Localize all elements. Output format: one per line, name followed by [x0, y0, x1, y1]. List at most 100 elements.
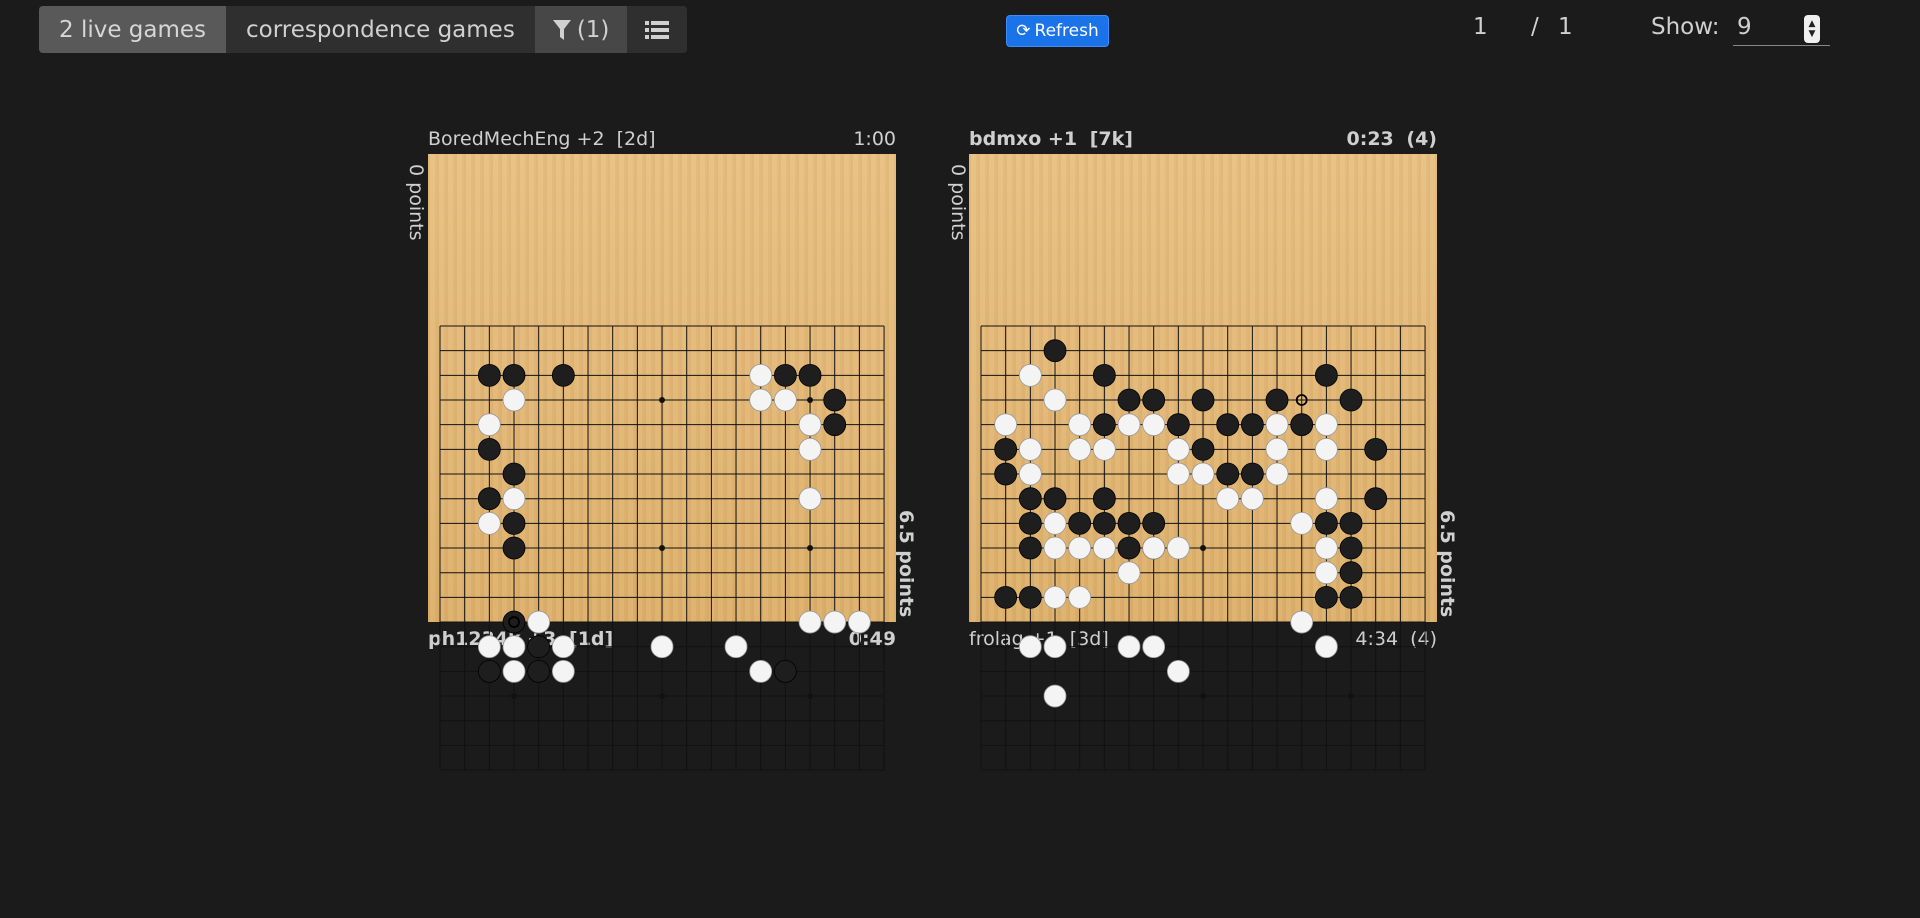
refresh-label: Refresh: [1034, 21, 1099, 41]
white-stone: [477, 511, 501, 535]
white-stone: [1265, 413, 1289, 437]
white-stone: [1290, 610, 1314, 634]
black-stone: [477, 659, 501, 683]
white-stone: [1166, 437, 1190, 461]
white-stone: [1043, 536, 1067, 560]
black-stone: [502, 511, 526, 535]
black-stone: [502, 363, 526, 387]
white-stone: [1142, 635, 1166, 659]
filter-button[interactable]: (1): [534, 6, 628, 53]
black-stone: [1240, 413, 1264, 437]
white-stone: [1018, 363, 1042, 387]
white-stone: [1142, 536, 1166, 560]
white-stone: [798, 413, 822, 437]
black-stone: [1364, 437, 1388, 461]
star-point: [807, 693, 814, 700]
black-stone: [823, 388, 847, 412]
bottom-player-points: 6.5 points: [1436, 510, 1458, 618]
tab-live-games[interactable]: 2 live games: [39, 6, 227, 53]
white-stone: [798, 487, 822, 511]
black-stone: [1339, 388, 1363, 412]
black-stone: [1240, 462, 1264, 486]
white-stone: [1314, 635, 1338, 659]
black-stone: [1364, 487, 1388, 511]
white-stone: [1068, 536, 1092, 560]
white-stone: [1314, 413, 1338, 437]
star-point: [659, 397, 666, 404]
white-stone: [527, 610, 551, 634]
show-label: Show:: [1651, 14, 1720, 40]
white-stone: [1043, 635, 1067, 659]
white-stone: [1216, 487, 1240, 511]
white-stone: [773, 388, 797, 412]
white-stone: [502, 635, 526, 659]
white-stone: [1314, 536, 1338, 560]
white-stone: [1068, 585, 1092, 609]
top-player-periods: (4): [1406, 128, 1437, 150]
black-stone: [1265, 388, 1289, 412]
white-stone: [1117, 413, 1141, 437]
game-card[interactable]: bdmxo +1 [7k] 0:23 (4) frolag +1 [3d] 4:…: [969, 128, 1437, 778]
white-stone: [994, 413, 1018, 437]
white-stone: [502, 659, 526, 683]
black-stone: [1117, 536, 1141, 560]
black-stone: [1092, 511, 1116, 535]
white-stone: [1314, 437, 1338, 461]
black-stone: [823, 413, 847, 437]
top-player-header: BoredMechEng +2 [2d] 1:00: [428, 128, 896, 150]
white-stone: [502, 388, 526, 412]
white-stone: [477, 413, 501, 437]
white-stone: [1191, 462, 1215, 486]
star-point: [1200, 545, 1207, 552]
list-view-button[interactable]: [627, 6, 688, 53]
refresh-icon: ⟳: [1016, 21, 1031, 41]
filter-count: (1): [576, 16, 610, 43]
black-stone: [1216, 462, 1240, 486]
black-stone: [994, 585, 1018, 609]
black-stone: [477, 437, 501, 461]
black-stone: [477, 487, 501, 511]
black-stone: [1216, 413, 1240, 437]
black-stone: [1092, 487, 1116, 511]
star-point: [1200, 693, 1207, 700]
game-card[interactable]: BoredMechEng +2 [2d] 1:00 ph1234k +3 [1d…: [428, 128, 896, 778]
refresh-button[interactable]: ⟳ Refresh: [1006, 15, 1109, 47]
white-stone: [1142, 413, 1166, 437]
top-player-name: bdmxo +1: [969, 128, 1078, 150]
black-stone: [773, 363, 797, 387]
top-player-name: BoredMechEng +2: [428, 128, 605, 150]
white-stone: [1265, 462, 1289, 486]
white-stone: [1068, 413, 1092, 437]
white-stone: [650, 635, 674, 659]
white-stone: [1018, 437, 1042, 461]
black-stone: [1092, 413, 1116, 437]
black-stone: [1018, 585, 1042, 609]
black-stone: [1191, 437, 1215, 461]
black-stone: [1043, 487, 1067, 511]
page-separator: /: [1531, 14, 1539, 40]
white-stone: [1265, 437, 1289, 461]
black-stone: [1339, 585, 1363, 609]
black-stone: [1018, 536, 1042, 560]
top-player-rank: [7k]: [1089, 128, 1133, 150]
white-stone: [1314, 487, 1338, 511]
star-point: [511, 693, 518, 700]
star-point: [807, 397, 814, 404]
black-stone: [1117, 388, 1141, 412]
top-player-clock: 0:23 (4): [1347, 128, 1437, 150]
board-grid: [439, 325, 885, 771]
black-stone: [1166, 413, 1190, 437]
black-stone: [1068, 511, 1092, 535]
page-current: 1: [1473, 14, 1488, 40]
top-player-points: 0 points: [947, 164, 969, 241]
show-count-input[interactable]: 9 ▲ ▼: [1733, 12, 1830, 46]
black-stone: [994, 462, 1018, 486]
tab-correspondence-games[interactable]: correspondence games: [226, 6, 535, 53]
top-player-clock: 1:00: [853, 128, 896, 150]
black-stone: [1142, 388, 1166, 412]
white-stone: [724, 635, 748, 659]
white-stone: [1043, 585, 1067, 609]
stepper-icon[interactable]: ▲ ▼: [1804, 15, 1820, 43]
black-stone: [1339, 561, 1363, 585]
white-stone: [551, 659, 575, 683]
